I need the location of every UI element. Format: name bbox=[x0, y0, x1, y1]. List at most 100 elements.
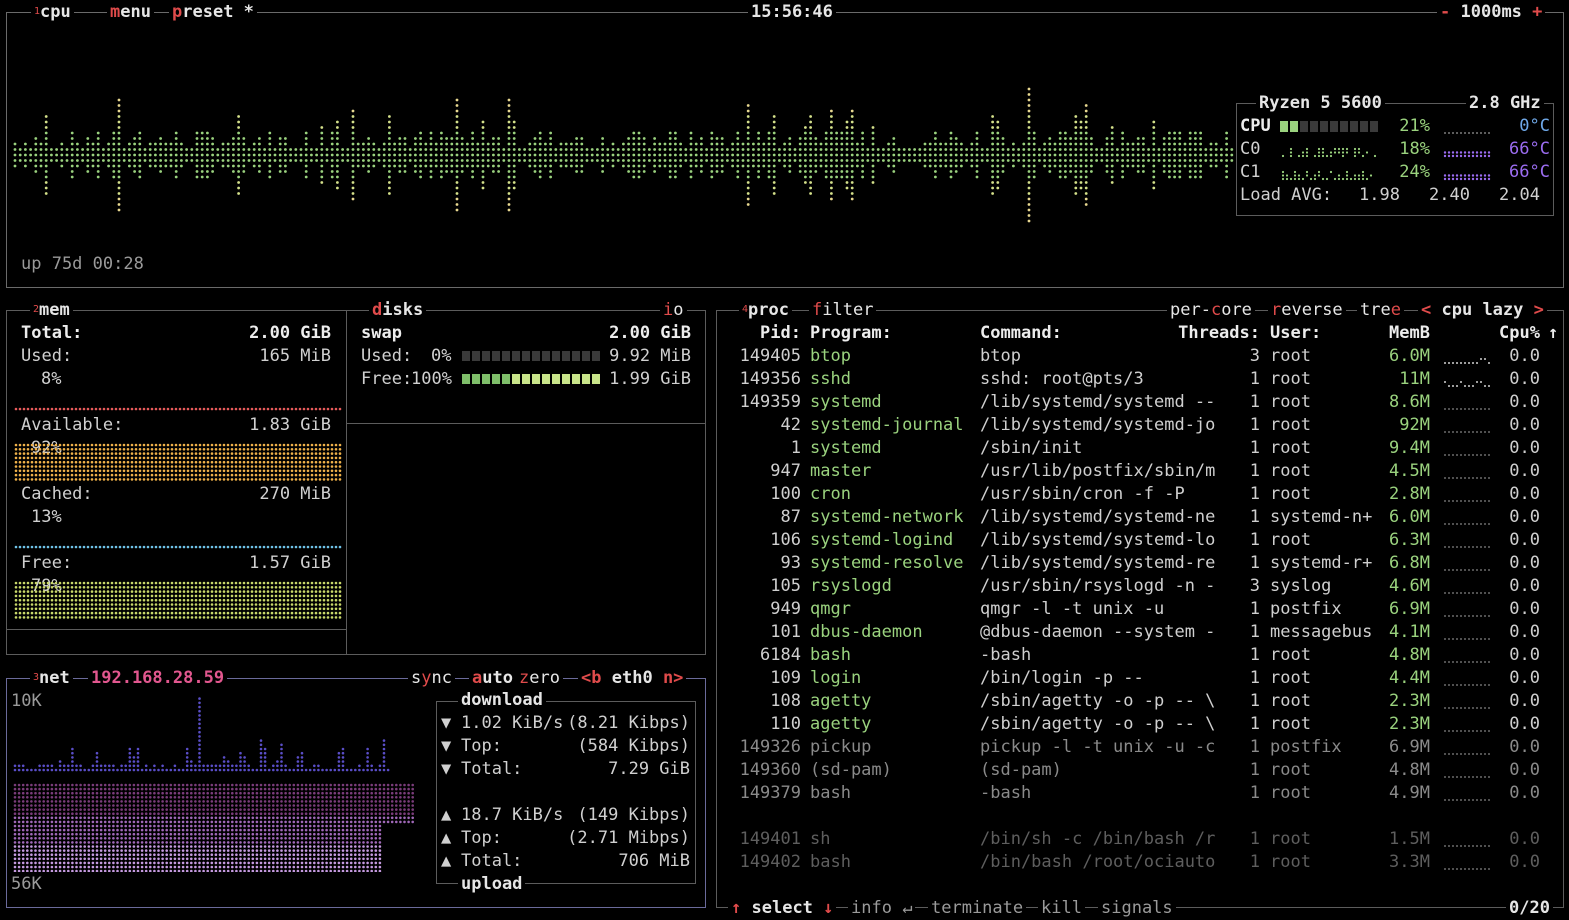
process-cpu-sparkline bbox=[1444, 753, 1490, 755]
mem-title[interactable]: 2mem bbox=[30, 300, 73, 320]
process-cpu-sparkline bbox=[1444, 546, 1490, 548]
col-user[interactable]: User: bbox=[1270, 322, 1321, 345]
process-mem: 6.9M bbox=[1389, 737, 1430, 757]
sort-prev[interactable]: < bbox=[1421, 300, 1431, 320]
process-cpu-sparkline bbox=[1444, 661, 1490, 663]
process-pid: 108 bbox=[770, 691, 801, 711]
disks-divider bbox=[347, 423, 705, 424]
process-mem: 4.5M bbox=[1389, 461, 1430, 481]
process-threads: 1 bbox=[1249, 714, 1260, 734]
load-avg-15: 2.04 bbox=[1499, 185, 1540, 205]
process-pid: 149326 bbox=[739, 737, 801, 757]
process-program: pickup bbox=[810, 737, 872, 757]
process-mem: 4.8M bbox=[1389, 760, 1430, 780]
process-pid: 149379 bbox=[739, 783, 801, 803]
cpu-graph bbox=[13, 87, 1234, 223]
process-mem: 3.3M bbox=[1389, 852, 1430, 872]
iface-control[interactable]: <b eth0 n> bbox=[578, 668, 687, 688]
process-program: qmgr bbox=[810, 599, 851, 619]
proc-title[interactable]: 4proc bbox=[739, 300, 792, 320]
net-download-graph bbox=[13, 697, 390, 772]
process-mem: 6.8M bbox=[1389, 553, 1430, 573]
process-program: sh bbox=[810, 829, 831, 849]
cpu-temp: 0°C bbox=[1519, 116, 1550, 136]
auto-toggle[interactable]: auto bbox=[469, 668, 516, 688]
process-program: systemd-network bbox=[810, 507, 964, 527]
select-control[interactable]: ↑ select ↓ bbox=[728, 898, 837, 918]
col-cpu[interactable]: Cpu% bbox=[1480, 322, 1540, 345]
menu-button[interactable]: menu bbox=[107, 2, 154, 22]
core1-label: C1 bbox=[1240, 162, 1261, 182]
process-threads: 1 bbox=[1249, 691, 1260, 711]
proc-count: 0/20 bbox=[1506, 898, 1553, 918]
kill-button[interactable]: kill bbox=[1038, 898, 1085, 918]
col-program[interactable]: Program: bbox=[810, 322, 892, 345]
load-avg-1: 1.98 bbox=[1359, 185, 1400, 205]
iface-next[interactable]: n> bbox=[663, 668, 683, 688]
sort-control[interactable]: < cpu lazy > bbox=[1418, 300, 1547, 320]
process-user: systemd-r+ bbox=[1270, 553, 1373, 573]
process-mem: 6.9M bbox=[1389, 599, 1430, 619]
process-user: syslog bbox=[1270, 576, 1332, 596]
up-total: 706 MiB bbox=[618, 851, 690, 871]
net-title[interactable]: 3net bbox=[30, 668, 73, 688]
up-total-label: Total: bbox=[461, 851, 523, 871]
process-mem: 9.4M bbox=[1389, 438, 1430, 458]
process-command: sshd: root@pts/3 bbox=[980, 369, 1144, 389]
process-mem: 2.8M bbox=[1389, 484, 1430, 504]
sort-value: cpu lazy bbox=[1441, 300, 1524, 320]
io-toggle[interactable]: io bbox=[660, 300, 687, 320]
process-cpu-sparkline bbox=[1444, 638, 1490, 640]
mem-avail: 1.83 GiB bbox=[249, 415, 331, 435]
process-threads: 1 bbox=[1249, 415, 1260, 435]
process-threads: 1 bbox=[1249, 553, 1260, 573]
filter-button[interactable]: filter bbox=[809, 300, 877, 320]
process-threads: 1 bbox=[1249, 392, 1260, 412]
col-pid[interactable]: Pid: bbox=[720, 322, 801, 345]
process-pid: 87 bbox=[780, 507, 801, 527]
process-user: postfix bbox=[1270, 599, 1342, 619]
mem-free-graph bbox=[14, 581, 342, 619]
signals-button[interactable]: signals bbox=[1098, 898, 1176, 918]
mem-used-pct: 8% bbox=[41, 369, 62, 389]
cpu-title[interactable]: 1cpu bbox=[31, 2, 74, 22]
core0-temp-graph bbox=[1443, 151, 1491, 158]
process-cpu-sparkline bbox=[1444, 569, 1490, 571]
terminate-button[interactable]: terminate bbox=[928, 898, 1027, 918]
zero-toggle[interactable]: zero bbox=[516, 668, 563, 688]
sync-toggle[interactable]: sync bbox=[408, 668, 455, 688]
process-program: master bbox=[810, 461, 872, 481]
reverse-toggle[interactable]: reverse bbox=[1268, 300, 1346, 320]
col-threads[interactable]: Threads: bbox=[1150, 322, 1260, 345]
core1-pct: 24% bbox=[1399, 162, 1430, 182]
down-top: (584 Kibps) bbox=[577, 736, 690, 756]
mem-used-graph bbox=[14, 407, 342, 411]
up-rate-bits: (149 Kibps) bbox=[577, 805, 690, 825]
interval-control[interactable]: - 1000ms + bbox=[1437, 2, 1546, 22]
mem-free-label: Free: bbox=[21, 553, 73, 573]
process-pid: 106 bbox=[770, 530, 801, 550]
tree-toggle[interactable]: tree bbox=[1357, 300, 1404, 320]
net-upload-graph bbox=[13, 783, 415, 872]
col-memb[interactable]: MemB bbox=[1370, 322, 1430, 345]
sort-next[interactable]: > bbox=[1534, 300, 1544, 320]
process-pid: 42 bbox=[780, 415, 801, 435]
cpu-row-label: CPU bbox=[1240, 116, 1271, 136]
preset-button[interactable]: preset * bbox=[169, 2, 257, 22]
process-cpu-sparkline bbox=[1444, 845, 1490, 847]
process-pid: 101 bbox=[770, 622, 801, 642]
process-pid: 109 bbox=[770, 668, 801, 688]
interval-increase[interactable]: + bbox=[1532, 2, 1542, 22]
process-pid: 93 bbox=[780, 553, 801, 573]
per-core-toggle[interactable]: per-core bbox=[1167, 300, 1255, 320]
col-command[interactable]: Command: bbox=[980, 322, 1062, 345]
iface-prev[interactable]: <b bbox=[581, 668, 601, 688]
disks-title[interactable]: disks bbox=[369, 300, 427, 320]
sort-arrow-icon: ↑ bbox=[1548, 323, 1559, 343]
info-button[interactable]: info ↵ bbox=[848, 898, 916, 918]
process-threads: 1 bbox=[1249, 622, 1260, 642]
process-mem: 6.0M bbox=[1389, 346, 1430, 366]
process-user: root bbox=[1270, 392, 1311, 412]
mem-cached-pct: 13% bbox=[31, 507, 62, 527]
interval-decrease[interactable]: - bbox=[1440, 2, 1450, 22]
